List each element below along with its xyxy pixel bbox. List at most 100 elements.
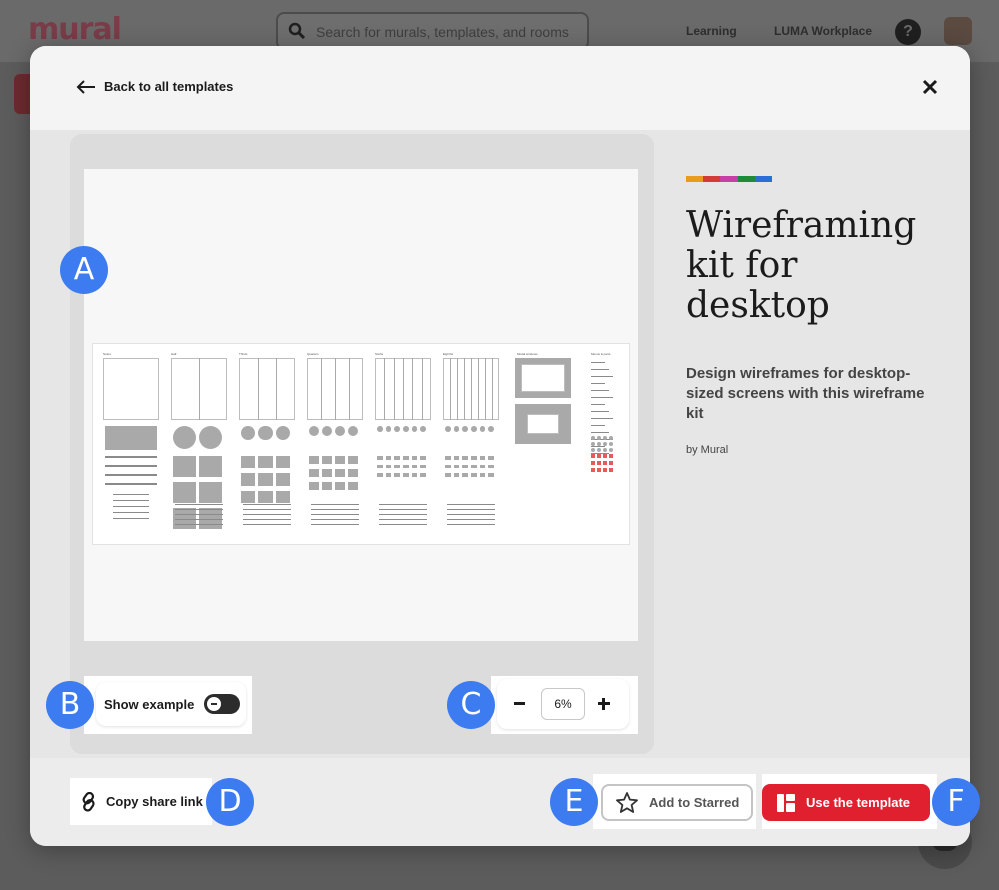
back-label: Back to all templates — [104, 79, 234, 94]
wireframe-block — [462, 456, 468, 460]
wireframe-circle — [377, 426, 383, 432]
column-title: Modal windows — [517, 352, 538, 356]
back-to-templates-link[interactable]: Back to all templates — [76, 79, 233, 94]
wireframe-block — [471, 473, 477, 477]
wireframe-line — [113, 512, 149, 513]
wireframe-circle — [420, 426, 426, 432]
wireframe-circle — [403, 426, 409, 432]
menu-line — [591, 411, 609, 412]
column-title: Thirds — [239, 352, 248, 356]
wireframe-block — [377, 456, 383, 460]
add-to-starred-button[interactable]: Add to Starred — [601, 784, 753, 821]
avatar[interactable] — [944, 17, 972, 45]
wireframe-circle — [394, 426, 400, 432]
menu-accent — [603, 468, 607, 472]
wireframe-block — [199, 482, 222, 503]
color-stripe — [737, 176, 755, 182]
wireframe-circle — [241, 426, 256, 441]
wireframe-block — [275, 473, 290, 486]
use-template-control: Use the template — [762, 774, 937, 829]
nav-workspace[interactable]: LUMA Workplace — [774, 24, 872, 38]
wireframe-frame — [103, 358, 159, 420]
show-example-switch[interactable] — [204, 694, 241, 714]
wireframe-block — [377, 473, 383, 477]
menu-dot — [603, 442, 607, 446]
wireframe-block — [309, 482, 319, 490]
wireframe-line — [105, 474, 157, 476]
wireframe-line — [379, 514, 427, 515]
wireframe-block — [471, 464, 477, 469]
frame-divider — [464, 358, 465, 420]
annotation-badge-e: E — [550, 778, 598, 826]
frame-divider — [478, 358, 479, 420]
wireframe-block — [403, 464, 409, 469]
menu-dot — [603, 436, 607, 440]
wireframe-block — [385, 456, 392, 460]
wireframe-block — [488, 473, 494, 477]
wireframe-circle — [258, 426, 273, 441]
menu-accent — [597, 454, 601, 458]
frame-divider — [471, 358, 472, 420]
wireframe-line — [175, 514, 223, 515]
frame-divider — [485, 358, 486, 420]
close-icon[interactable] — [919, 76, 941, 98]
menu-accent — [609, 454, 613, 458]
zoom-out-button[interactable] — [511, 697, 531, 711]
template-preview-canvas[interactable]: Notes Half Thirds Quarters Sixths Eighth… — [84, 169, 638, 641]
wireframe-block — [411, 456, 418, 460]
wireframe-block — [445, 464, 451, 469]
wireframe-line — [447, 504, 495, 505]
show-example-label: Show example — [104, 696, 195, 712]
mural-logo[interactable]: mural — [28, 12, 122, 47]
wireframe-block — [488, 456, 494, 460]
wireframe-line — [311, 504, 359, 505]
zoom-in-button[interactable] — [595, 695, 613, 713]
wireframe-circle — [275, 426, 290, 441]
wireframe-block — [377, 464, 383, 469]
color-stripe — [703, 176, 721, 182]
copy-share-link-button[interactable]: Copy share link — [70, 778, 212, 825]
menu-dot — [609, 436, 613, 440]
wireframe-line — [105, 465, 157, 467]
modal-body: Notes Half Thirds Quarters Sixths Eighth… — [30, 130, 970, 758]
wireframe-circle — [445, 426, 451, 432]
annotation-badge-c: C — [447, 681, 495, 729]
wireframe-block — [309, 469, 319, 477]
frame-divider — [492, 358, 493, 420]
wireframe-block — [488, 464, 494, 469]
menu-accent — [591, 461, 595, 465]
wireframe-line — [243, 509, 291, 510]
wireframe-line — [243, 504, 291, 505]
frame-divider — [450, 358, 451, 420]
wireframe-block — [335, 469, 345, 477]
wireframe-line — [379, 504, 427, 505]
add-to-starred-control: Add to Starred — [593, 774, 756, 829]
color-stripe — [720, 176, 738, 182]
wireframe-line — [105, 483, 157, 485]
nav-learning[interactable]: Learning — [686, 24, 737, 38]
wireframe-circle — [411, 426, 418, 432]
frame-divider — [384, 358, 386, 420]
annotation-badge-f: F — [932, 778, 980, 826]
template-author: by Mural — [686, 444, 729, 456]
menu-line — [591, 362, 605, 363]
wireframe-block — [411, 464, 418, 469]
wireframe-block — [420, 464, 426, 469]
menu-dot — [597, 436, 601, 440]
menu-dot — [603, 448, 607, 452]
help-icon[interactable]: ? — [895, 19, 921, 45]
wireframe-line — [379, 519, 427, 520]
annotation-badge-b: B — [46, 681, 94, 729]
use-template-button[interactable]: Use the template — [762, 784, 930, 821]
frame-divider — [403, 358, 404, 420]
zoom-toolbar: 6% — [497, 679, 629, 729]
annotation-badge-d: D — [206, 778, 254, 826]
search-input[interactable]: Search for murals, templates, and rooms — [276, 12, 589, 50]
wireframe-block — [394, 464, 400, 469]
wireframe-block — [411, 473, 418, 477]
wireframe-circle — [309, 426, 319, 436]
switch-knob — [207, 697, 222, 711]
zoom-level[interactable]: 6% — [541, 688, 585, 720]
menu-line — [591, 390, 609, 391]
use-template-label: Use the template — [806, 795, 911, 810]
